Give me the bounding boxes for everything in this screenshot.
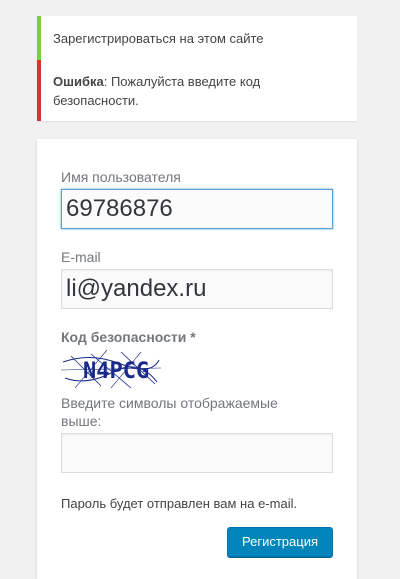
captcha-field[interactable]: [61, 433, 333, 473]
captcha-code: N4PCG: [83, 359, 149, 384]
username-field[interactable]: 69786876: [61, 189, 333, 229]
password-hint: Пароль будет отправлен вам на e-mail.: [61, 496, 298, 511]
register-message-text: Зарегистрироваться на этом сайте: [53, 31, 264, 46]
username-label: Имя пользователя: [61, 169, 181, 185]
captcha-image: N4PCG: [61, 348, 161, 390]
error-notice: Ошибка: Пожалуйста введите код безопасно…: [37, 60, 357, 121]
register-button[interactable]: Регистрация: [227, 527, 333, 557]
captcha-label: Код безопасности *: [61, 329, 196, 345]
register-message: Зарегистрироваться на этом сайте: [37, 16, 357, 60]
email-field[interactable]: li@yandex.ru: [61, 269, 333, 309]
error-label: Ошибка: [53, 74, 104, 89]
email-label: E-mail: [61, 249, 101, 265]
registration-form: Имя пользователя 69786876 E-mail li@yand…: [37, 139, 357, 579]
captcha-input-label: Введите символы отображаемые выше:: [61, 395, 278, 429]
